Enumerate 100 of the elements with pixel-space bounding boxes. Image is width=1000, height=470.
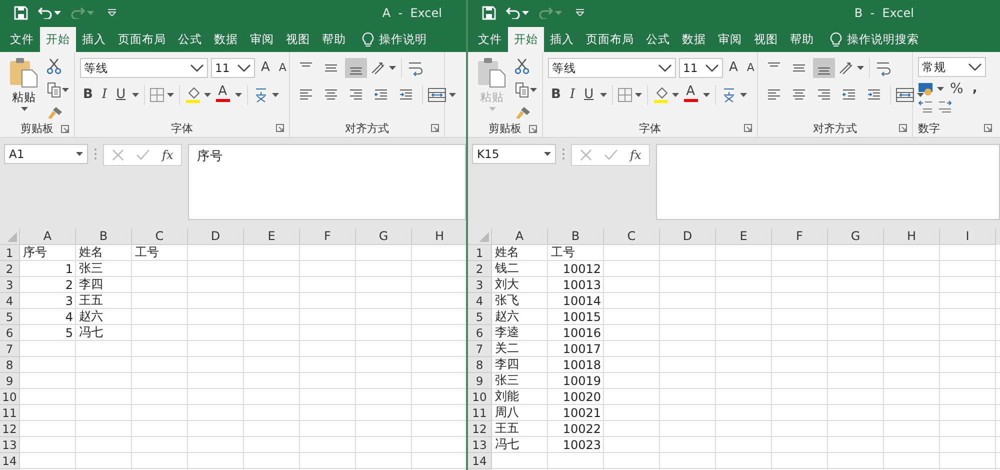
column-header[interactable]: G <box>356 228 412 245</box>
ribbon-tab[interactable]: 审阅 <box>712 27 748 52</box>
bold-button[interactable]: B <box>80 85 96 105</box>
font-size-field[interactable]: 11 <box>211 58 255 78</box>
row-header[interactable]: 9 <box>0 373 20 389</box>
chevron-down-icon[interactable] <box>658 64 672 72</box>
ribbon-tab[interactable]: 视图 <box>748 27 784 52</box>
insert-function-button[interactable]: fx <box>630 148 642 162</box>
column-header[interactable]: I <box>940 228 996 245</box>
caret-icon[interactable] <box>600 93 607 97</box>
lightbulb-icon[interactable] <box>830 32 842 48</box>
row-header[interactable]: 4 <box>0 293 20 309</box>
number-format-field[interactable]: 常规 <box>918 57 986 77</box>
ribbon-tab[interactable]: 帮助 <box>784 27 820 52</box>
caret-icon[interactable] <box>522 10 529 14</box>
column-header[interactable]: H <box>884 228 940 245</box>
dialog-launcher-icon[interactable] <box>529 125 537 133</box>
column-header[interactable]: E <box>244 228 300 245</box>
ribbon-tab[interactable]: 开始 <box>508 27 544 52</box>
column-header[interactable]: E <box>716 228 772 245</box>
format-painter-icon[interactable] <box>47 106 63 120</box>
paste-button[interactable]: 粘贴 <box>5 56 43 120</box>
dialog-launcher-icon[interactable] <box>744 124 752 132</box>
column-header[interactable]: D <box>188 228 244 245</box>
decrease-font-size-button[interactable]: A <box>744 58 758 78</box>
ribbon-tab[interactable]: 文件 <box>4 27 40 52</box>
caret-icon[interactable] <box>389 66 396 70</box>
format-painter-icon[interactable] <box>515 106 531 120</box>
row-header[interactable]: 3 <box>468 277 492 293</box>
caret-icon[interactable] <box>937 87 944 91</box>
formula-input[interactable]: 序号 <box>188 144 466 220</box>
customize-toolbar-icon[interactable] <box>576 9 584 16</box>
row-header[interactable]: 3 <box>0 277 20 293</box>
orientation-icon[interactable] <box>838 61 854 75</box>
undo-icon[interactable] <box>38 6 52 18</box>
column-header[interactable]: B <box>548 228 604 245</box>
caret-icon[interactable] <box>530 88 537 92</box>
bottom-align-button[interactable] <box>813 58 835 78</box>
chevron-down-icon[interactable] <box>237 64 251 72</box>
row-header[interactable]: 13 <box>468 437 492 453</box>
caret-icon[interactable] <box>54 10 61 14</box>
accounting-format-icon[interactable] <box>918 82 934 96</box>
dialog-launcher-icon[interactable] <box>276 124 284 132</box>
dialog-launcher-icon[interactable] <box>984 124 992 132</box>
wrap-text-icon[interactable] <box>875 60 891 76</box>
ribbon-tab[interactable]: 公式 <box>172 27 208 52</box>
bold-button[interactable]: B <box>548 85 564 105</box>
insert-function-button[interactable]: fx <box>162 148 174 162</box>
ribbon-tab[interactable]: 插入 <box>76 27 112 52</box>
caret-icon[interactable] <box>272 93 279 97</box>
row-header[interactable]: 2 <box>0 261 20 277</box>
row-header[interactable]: 1 <box>468 245 492 261</box>
italic-button[interactable]: I <box>566 85 578 105</box>
save-icon[interactable] <box>482 6 496 20</box>
caret-icon[interactable] <box>76 152 83 156</box>
dialog-launcher-icon[interactable] <box>431 124 439 132</box>
ribbon-tab[interactable]: 页面布局 <box>112 27 172 52</box>
name-box[interactable]: A1 <box>4 144 88 164</box>
ribbon-tab[interactable]: 审阅 <box>244 27 280 52</box>
bottom-align-button[interactable] <box>345 58 367 78</box>
column-header[interactable]: C <box>604 228 660 245</box>
name-box[interactable]: K15 <box>472 144 556 164</box>
row-header[interactable]: 10 <box>0 389 20 405</box>
chevron-down-icon[interactable] <box>190 64 204 72</box>
dialog-launcher-icon[interactable] <box>61 125 69 133</box>
row-header[interactable]: 12 <box>468 421 492 437</box>
fill-color-icon[interactable] <box>652 87 669 103</box>
column-header[interactable]: G <box>828 228 884 245</box>
dialog-launcher-icon[interactable] <box>899 124 907 132</box>
percent-button[interactable]: % <box>947 79 966 99</box>
undo-icon[interactable] <box>506 6 520 18</box>
lightbulb-icon[interactable] <box>362 32 374 48</box>
column-header[interactable]: A <box>492 228 548 245</box>
row-header[interactable]: 9 <box>468 373 492 389</box>
decrease-font-size-button[interactable]: A <box>276 58 290 78</box>
caret-icon[interactable] <box>132 93 139 97</box>
ribbon-tab[interactable]: 帮助 <box>316 27 352 52</box>
merge-cells-icon[interactable] <box>896 88 914 102</box>
font-name-field[interactable]: 等线 <box>80 58 208 78</box>
row-header[interactable]: 13 <box>0 437 20 453</box>
column-header[interactable]: C <box>132 228 188 245</box>
ribbon-tab[interactable]: 页面布局 <box>580 27 640 52</box>
column-header[interactable]: H <box>412 228 466 245</box>
column-header[interactable]: F <box>300 228 356 245</box>
row-header[interactable]: 12 <box>0 421 20 437</box>
caret-icon[interactable] <box>634 93 642 97</box>
row-header[interactable]: 11 <box>0 405 20 421</box>
decrease-decimal-icon[interactable] <box>937 100 953 114</box>
row-header[interactable]: 5 <box>468 309 492 325</box>
row-header[interactable]: 6 <box>468 325 492 341</box>
font-color-button[interactable]: A <box>682 85 700 105</box>
column-header[interactable]: B <box>76 228 132 245</box>
caret-icon[interactable] <box>917 93 924 97</box>
row-header[interactable]: 8 <box>468 357 492 373</box>
merge-cells-icon[interactable] <box>428 88 446 102</box>
ribbon-tab[interactable]: 文件 <box>472 27 508 52</box>
ribbon-tab[interactable]: 数据 <box>676 27 712 52</box>
caret-icon[interactable] <box>166 93 174 97</box>
caret-icon[interactable] <box>20 107 28 111</box>
copy-icon[interactable] <box>515 82 529 98</box>
